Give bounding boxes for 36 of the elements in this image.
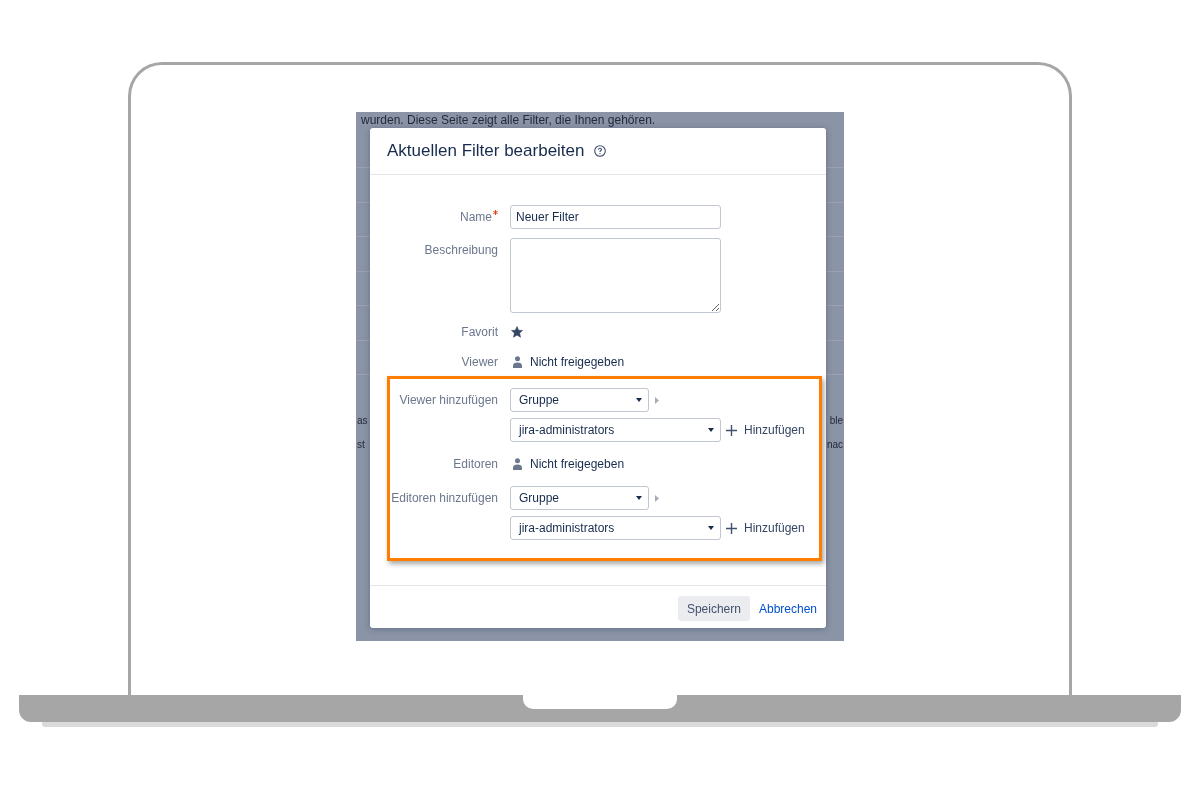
cancel-link[interactable]: Abbrechen [758, 601, 817, 616]
caret-down-icon [636, 398, 642, 402]
caret-right-icon [655, 494, 659, 502]
field-label: Name [460, 210, 492, 224]
dialog-title: Aktuellen Filter bearbeiten [387, 141, 585, 161]
notice-text: wurden. Diese Seite zeigt alle Filter, die Ihnen gehören. [360, 112, 656, 128]
field-label: Favorit [461, 325, 498, 339]
plus-icon [726, 522, 737, 534]
user-icon [513, 458, 522, 470]
add-button[interactable]: Hinzufügen [726, 516, 805, 540]
group-select[interactable]: jira-administrators [510, 516, 721, 540]
add-button[interactable]: Hinzufügen [726, 418, 805, 442]
star-icon[interactable] [511, 326, 523, 338]
caret-down-icon [708, 428, 714, 432]
caret-right-icon [655, 396, 659, 404]
caret-down-icon [708, 526, 714, 530]
text-fragment: ble [828, 415, 844, 426]
caret-down-icon [636, 496, 642, 500]
text-fragment: nac [825, 439, 844, 450]
type-select[interactable]: Gruppe [510, 486, 649, 510]
field-label: Viewer hinzufügen [399, 393, 498, 407]
text-fragment: as [356, 415, 369, 426]
group-select[interactable]: jira-administrators [510, 418, 721, 442]
field-label: Viewer [461, 355, 498, 369]
field-label: Beschreibung [424, 243, 498, 257]
user-icon [513, 356, 522, 368]
text-fragment: st [356, 439, 366, 450]
field-label: Editoren [453, 457, 498, 471]
share-status: Nicht freigegeben [530, 457, 625, 471]
plus-icon [726, 424, 737, 436]
help-icon[interactable] [593, 145, 606, 157]
share-status: Nicht freigegeben [530, 355, 625, 369]
text-input[interactable]: Neuer Filter [510, 205, 721, 229]
type-select[interactable]: Gruppe [510, 388, 649, 412]
field-label: Editoren hinzufügen [391, 491, 498, 505]
save-button[interactable]: Speichern [677, 596, 750, 621]
